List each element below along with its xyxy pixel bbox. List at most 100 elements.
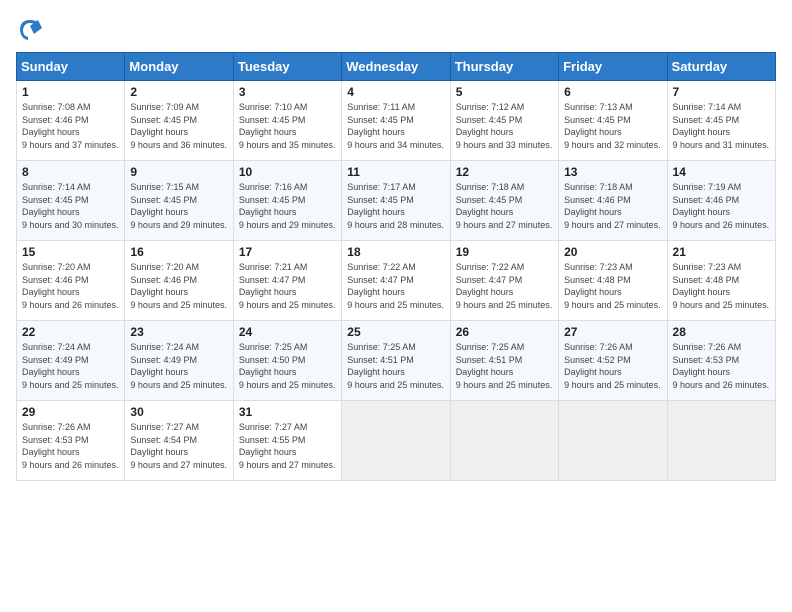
cell-content: Sunrise: 7:25 AM Sunset: 4:51 PM Dayligh… [456,341,553,391]
page-container: SundayMondayTuesdayWednesdayThursdayFrid… [16,16,776,481]
calendar-cell [667,401,775,481]
calendar-cell: 19 Sunrise: 7:22 AM Sunset: 4:47 PM Dayl… [450,241,558,321]
day-number: 12 [456,165,553,179]
calendar-cell [342,401,450,481]
calendar-cell [450,401,558,481]
day-number: 20 [564,245,661,259]
day-number: 8 [22,165,119,179]
weekday-header-tuesday: Tuesday [233,53,341,81]
cell-content: Sunrise: 7:24 AM Sunset: 4:49 PM Dayligh… [130,341,227,391]
weekday-header-saturday: Saturday [667,53,775,81]
calendar-cell: 27 Sunrise: 7:26 AM Sunset: 4:52 PM Dayl… [559,321,667,401]
cell-content: Sunrise: 7:18 AM Sunset: 4:45 PM Dayligh… [456,181,553,231]
cell-content: Sunrise: 7:14 AM Sunset: 4:45 PM Dayligh… [22,181,119,231]
cell-content: Sunrise: 7:14 AM Sunset: 4:45 PM Dayligh… [673,101,770,151]
calendar-body: 1 Sunrise: 7:08 AM Sunset: 4:46 PM Dayli… [17,81,776,481]
calendar-cell: 17 Sunrise: 7:21 AM Sunset: 4:47 PM Dayl… [233,241,341,321]
day-number: 15 [22,245,119,259]
cell-content: Sunrise: 7:23 AM Sunset: 4:48 PM Dayligh… [564,261,661,311]
cell-content: Sunrise: 7:08 AM Sunset: 4:46 PM Dayligh… [22,101,119,151]
cell-content: Sunrise: 7:10 AM Sunset: 4:45 PM Dayligh… [239,101,336,151]
calendar-cell [559,401,667,481]
logo [16,16,48,44]
cell-content: Sunrise: 7:25 AM Sunset: 4:51 PM Dayligh… [347,341,444,391]
cell-content: Sunrise: 7:19 AM Sunset: 4:46 PM Dayligh… [673,181,770,231]
cell-content: Sunrise: 7:25 AM Sunset: 4:50 PM Dayligh… [239,341,336,391]
calendar-cell: 5 Sunrise: 7:12 AM Sunset: 4:45 PM Dayli… [450,81,558,161]
calendar-cell: 28 Sunrise: 7:26 AM Sunset: 4:53 PM Dayl… [667,321,775,401]
cell-content: Sunrise: 7:12 AM Sunset: 4:45 PM Dayligh… [456,101,553,151]
day-number: 17 [239,245,336,259]
day-number: 9 [130,165,227,179]
calendar-cell: 15 Sunrise: 7:20 AM Sunset: 4:46 PM Dayl… [17,241,125,321]
cell-content: Sunrise: 7:22 AM Sunset: 4:47 PM Dayligh… [347,261,444,311]
cell-content: Sunrise: 7:24 AM Sunset: 4:49 PM Dayligh… [22,341,119,391]
day-number: 22 [22,325,119,339]
calendar-cell: 26 Sunrise: 7:25 AM Sunset: 4:51 PM Dayl… [450,321,558,401]
calendar-cell: 2 Sunrise: 7:09 AM Sunset: 4:45 PM Dayli… [125,81,233,161]
calendar-cell: 23 Sunrise: 7:24 AM Sunset: 4:49 PM Dayl… [125,321,233,401]
day-number: 25 [347,325,444,339]
weekday-header-thursday: Thursday [450,53,558,81]
cell-content: Sunrise: 7:27 AM Sunset: 4:55 PM Dayligh… [239,421,336,471]
calendar-week-4: 22 Sunrise: 7:24 AM Sunset: 4:49 PM Dayl… [17,321,776,401]
cell-content: Sunrise: 7:18 AM Sunset: 4:46 PM Dayligh… [564,181,661,231]
cell-content: Sunrise: 7:11 AM Sunset: 4:45 PM Dayligh… [347,101,444,151]
cell-content: Sunrise: 7:17 AM Sunset: 4:45 PM Dayligh… [347,181,444,231]
calendar-week-2: 8 Sunrise: 7:14 AM Sunset: 4:45 PM Dayli… [17,161,776,241]
day-number: 30 [130,405,227,419]
header [16,16,776,44]
calendar-cell: 18 Sunrise: 7:22 AM Sunset: 4:47 PM Dayl… [342,241,450,321]
calendar-week-1: 1 Sunrise: 7:08 AM Sunset: 4:46 PM Dayli… [17,81,776,161]
day-number: 14 [673,165,770,179]
calendar-week-5: 29 Sunrise: 7:26 AM Sunset: 4:53 PM Dayl… [17,401,776,481]
calendar-cell: 31 Sunrise: 7:27 AM Sunset: 4:55 PM Dayl… [233,401,341,481]
cell-content: Sunrise: 7:22 AM Sunset: 4:47 PM Dayligh… [456,261,553,311]
calendar-cell: 22 Sunrise: 7:24 AM Sunset: 4:49 PM Dayl… [17,321,125,401]
day-number: 24 [239,325,336,339]
cell-content: Sunrise: 7:27 AM Sunset: 4:54 PM Dayligh… [130,421,227,471]
calendar-cell: 11 Sunrise: 7:17 AM Sunset: 4:45 PM Dayl… [342,161,450,241]
calendar-cell: 12 Sunrise: 7:18 AM Sunset: 4:45 PM Dayl… [450,161,558,241]
calendar-cell: 4 Sunrise: 7:11 AM Sunset: 4:45 PM Dayli… [342,81,450,161]
day-number: 5 [456,85,553,99]
cell-content: Sunrise: 7:13 AM Sunset: 4:45 PM Dayligh… [564,101,661,151]
logo-icon [16,16,44,44]
day-number: 27 [564,325,661,339]
calendar-cell: 1 Sunrise: 7:08 AM Sunset: 4:46 PM Dayli… [17,81,125,161]
weekday-row: SundayMondayTuesdayWednesdayThursdayFrid… [17,53,776,81]
day-number: 29 [22,405,119,419]
day-number: 11 [347,165,444,179]
calendar-cell: 25 Sunrise: 7:25 AM Sunset: 4:51 PM Dayl… [342,321,450,401]
cell-content: Sunrise: 7:16 AM Sunset: 4:45 PM Dayligh… [239,181,336,231]
cell-content: Sunrise: 7:21 AM Sunset: 4:47 PM Dayligh… [239,261,336,311]
weekday-header-monday: Monday [125,53,233,81]
weekday-header-friday: Friday [559,53,667,81]
calendar-cell: 14 Sunrise: 7:19 AM Sunset: 4:46 PM Dayl… [667,161,775,241]
day-number: 16 [130,245,227,259]
day-number: 7 [673,85,770,99]
day-number: 26 [456,325,553,339]
cell-content: Sunrise: 7:20 AM Sunset: 4:46 PM Dayligh… [22,261,119,311]
calendar-cell: 7 Sunrise: 7:14 AM Sunset: 4:45 PM Dayli… [667,81,775,161]
day-number: 4 [347,85,444,99]
day-number: 18 [347,245,444,259]
calendar-table: SundayMondayTuesdayWednesdayThursdayFrid… [16,52,776,481]
calendar-cell: 20 Sunrise: 7:23 AM Sunset: 4:48 PM Dayl… [559,241,667,321]
day-number: 28 [673,325,770,339]
day-number: 21 [673,245,770,259]
calendar-cell: 24 Sunrise: 7:25 AM Sunset: 4:50 PM Dayl… [233,321,341,401]
cell-content: Sunrise: 7:26 AM Sunset: 4:53 PM Dayligh… [22,421,119,471]
calendar-cell: 16 Sunrise: 7:20 AM Sunset: 4:46 PM Dayl… [125,241,233,321]
day-number: 1 [22,85,119,99]
weekday-header-sunday: Sunday [17,53,125,81]
day-number: 31 [239,405,336,419]
calendar-cell: 3 Sunrise: 7:10 AM Sunset: 4:45 PM Dayli… [233,81,341,161]
calendar-cell: 6 Sunrise: 7:13 AM Sunset: 4:45 PM Dayli… [559,81,667,161]
cell-content: Sunrise: 7:26 AM Sunset: 4:52 PM Dayligh… [564,341,661,391]
day-number: 3 [239,85,336,99]
calendar-cell: 9 Sunrise: 7:15 AM Sunset: 4:45 PM Dayli… [125,161,233,241]
calendar-cell: 8 Sunrise: 7:14 AM Sunset: 4:45 PM Dayli… [17,161,125,241]
calendar-cell: 13 Sunrise: 7:18 AM Sunset: 4:46 PM Dayl… [559,161,667,241]
cell-content: Sunrise: 7:15 AM Sunset: 4:45 PM Dayligh… [130,181,227,231]
